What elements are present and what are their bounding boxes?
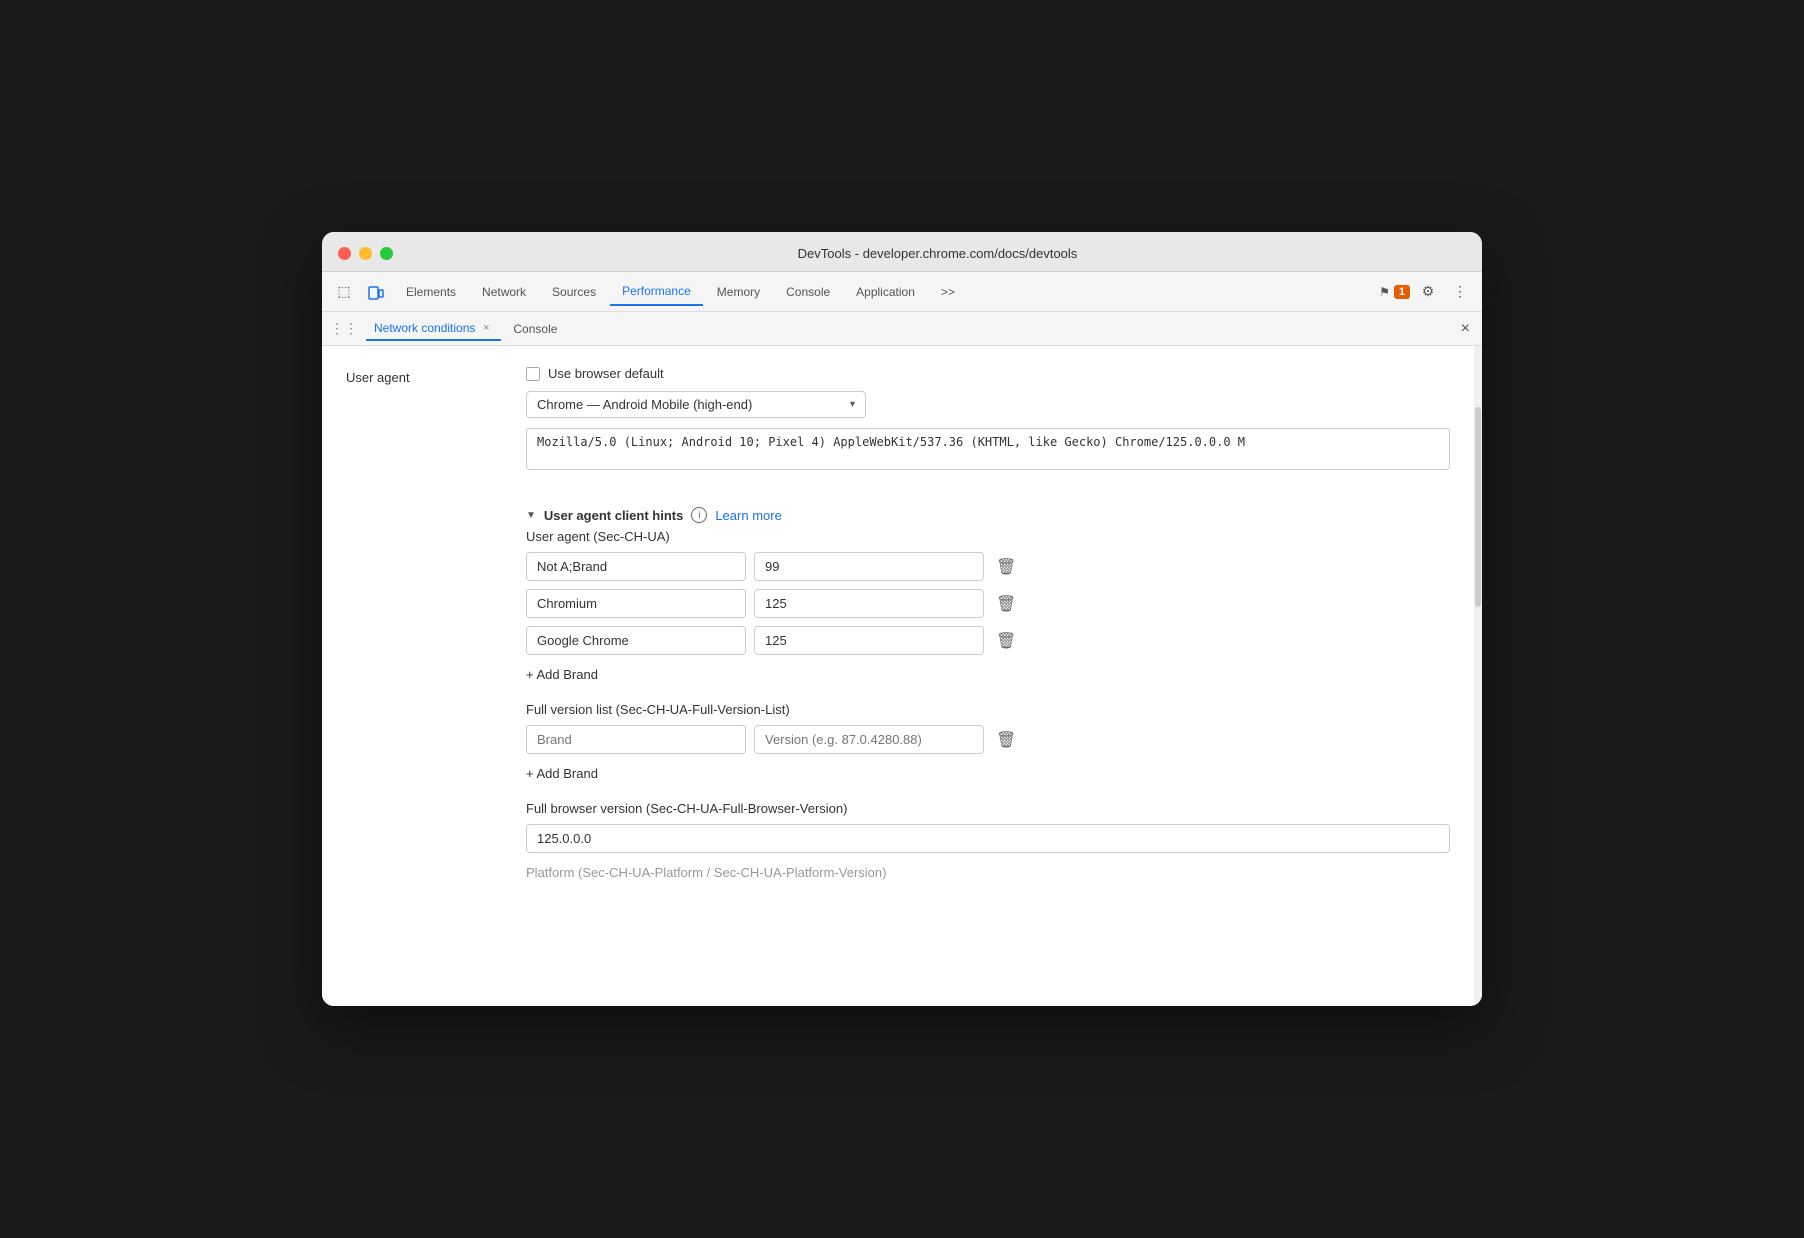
hints-content: ▼ User agent client hints i Learn more U… <box>526 507 1450 892</box>
traffic-lights <box>338 247 393 260</box>
user-agent-section: User agent Use browser default Chrome — … <box>346 366 1450 491</box>
brand-input-1[interactable] <box>526 552 746 581</box>
full-version-section: Full version list (Sec-CH-UA-Full-Versio… <box>526 702 1450 785</box>
brand-input-2[interactable] <box>526 589 746 618</box>
close-button[interactable] <box>338 247 351 260</box>
secondary-tabs: Network conditions × Console <box>366 317 1449 341</box>
full-version-label: Full version list (Sec-CH-UA-Full-Versio… <box>526 702 1450 717</box>
learn-more-link[interactable]: Learn more <box>715 508 781 523</box>
sec-ch-ua-label: User agent (Sec-CH-UA) <box>526 529 1450 544</box>
ua-dropdown-row: Chrome — Android Mobile (high-end) ▾ <box>526 391 1450 418</box>
settings-icon[interactable]: ⚙ <box>1414 278 1442 306</box>
chevron-down-icon: ▾ <box>850 399 855 410</box>
console-label: Console <box>513 322 557 336</box>
tab-network[interactable]: Network <box>470 279 538 305</box>
full-browser-input[interactable] <box>526 824 1450 853</box>
maximize-button[interactable] <box>380 247 393 260</box>
user-agent-content: Use browser default Chrome — Android Mob… <box>526 366 1450 491</box>
tab-sources[interactable]: Sources <box>540 279 608 305</box>
delete-brand-1-button[interactable]: 🗑 <box>992 553 1020 581</box>
collapse-triangle-icon[interactable]: ▼ <box>526 510 536 521</box>
device-toolbar-icon[interactable] <box>362 278 390 306</box>
close-network-conditions-tab[interactable]: × <box>479 321 493 335</box>
issues-count: 1 <box>1394 285 1410 299</box>
platform-label: Platform (Sec-CH-UA-Platform / Sec-CH-UA… <box>526 865 1450 880</box>
tab-console-secondary[interactable]: Console <box>505 318 565 340</box>
close-panel-button[interactable]: × <box>1457 316 1474 342</box>
client-hints-section: ▼ User agent client hints i Learn more U… <box>346 507 1450 892</box>
drag-handle[interactable]: ⋮⋮ <box>330 320 358 337</box>
brand-input-3[interactable] <box>526 626 746 655</box>
ua-dropdown[interactable]: Chrome — Android Mobile (high-end) ▾ <box>526 391 866 418</box>
top-tab-bar: Elements Network Sources Performance Mem… <box>394 278 1375 306</box>
browser-default-label: Use browser default <box>548 366 664 381</box>
tab-network-conditions[interactable]: Network conditions × <box>366 317 501 341</box>
brand-row-1: 🗑 <box>526 552 1450 581</box>
hints-header: ▼ User agent client hints i Learn more <box>526 507 1450 523</box>
more-options-icon[interactable]: ⋮ <box>1446 278 1474 306</box>
hints-title: User agent client hints <box>544 508 683 523</box>
issues-icon: ⚑ <box>1379 285 1390 299</box>
add-brand-full-button[interactable]: + Add Brand <box>526 762 1450 785</box>
version-input-1[interactable] <box>754 552 984 581</box>
full-version-row: 🗑 <box>526 725 1450 754</box>
full-version-brand-input[interactable] <box>526 725 746 754</box>
network-conditions-label: Network conditions <box>374 321 475 335</box>
tab-more[interactable]: >> <box>929 279 967 305</box>
full-browser-label: Full browser version (Sec-CH-UA-Full-Bro… <box>526 801 1450 816</box>
tab-performance[interactable]: Performance <box>610 278 703 306</box>
add-brand-button[interactable]: + Add Brand <box>526 663 1450 686</box>
devtools-window: DevTools - developer.chrome.com/docs/dev… <box>322 232 1482 1006</box>
select-element-icon[interactable]: ⬚ <box>330 278 358 306</box>
user-agent-label: User agent <box>346 366 506 491</box>
version-input-3[interactable] <box>754 626 984 655</box>
tab-application[interactable]: Application <box>844 279 927 305</box>
ua-string-input[interactable] <box>526 428 1450 470</box>
version-input-2[interactable] <box>754 589 984 618</box>
ua-dropdown-value: Chrome — Android Mobile (high-end) <box>537 397 752 412</box>
browser-default-row: Use browser default <box>526 366 1450 381</box>
hints-header-section: ▼ User agent client hints i Learn more U… <box>526 507 1450 880</box>
delete-brand-2-button[interactable]: 🗑 <box>992 590 1020 618</box>
tab-console[interactable]: Console <box>774 279 842 305</box>
use-browser-default-checkbox[interactable] <box>526 367 540 381</box>
full-version-version-input[interactable] <box>754 725 984 754</box>
main-toolbar: ⬚ Elements Network Sources Performance M… <box>322 272 1482 312</box>
tab-memory[interactable]: Memory <box>705 279 772 305</box>
content-area: User agent Use browser default Chrome — … <box>322 346 1474 1006</box>
brand-row-3: 🗑 <box>526 626 1450 655</box>
empty-label <box>346 507 506 892</box>
toolbar-right: ⚑ 1 ⚙ ⋮ <box>1379 278 1474 306</box>
delete-brand-3-button[interactable]: 🗑 <box>992 627 1020 655</box>
tab-elements[interactable]: Elements <box>394 279 468 305</box>
scrollbar[interactable] <box>1474 346 1482 1006</box>
delete-full-version-button[interactable]: 🗑 <box>992 726 1020 754</box>
issues-badge[interactable]: ⚑ 1 <box>1379 285 1410 299</box>
full-browser-section: Full browser version (Sec-CH-UA-Full-Bro… <box>526 801 1450 853</box>
main-content: User agent Use browser default Chrome — … <box>322 346 1482 1006</box>
info-icon[interactable]: i <box>691 507 707 523</box>
scrollbar-thumb[interactable] <box>1475 407 1481 607</box>
title-bar: DevTools - developer.chrome.com/docs/dev… <box>322 232 1482 272</box>
brand-row-2: 🗑 <box>526 589 1450 618</box>
secondary-bar: ⋮⋮ Network conditions × Console × <box>322 312 1482 346</box>
window-title: DevTools - developer.chrome.com/docs/dev… <box>409 246 1466 261</box>
minimize-button[interactable] <box>359 247 372 260</box>
